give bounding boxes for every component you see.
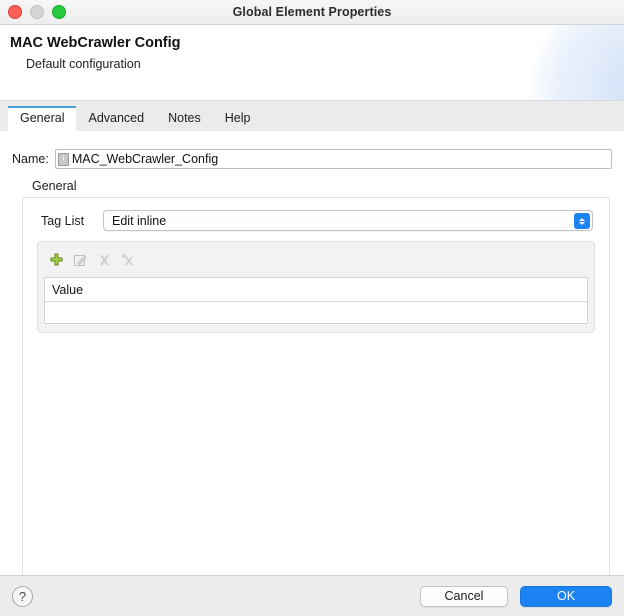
- table-column-header-value: Value: [52, 282, 84, 297]
- tag-list-row: Tag List Edit inline: [33, 210, 599, 231]
- group-label-general: General: [32, 179, 77, 193]
- tab-content-general: Name: i MAC_WebCrawler_Config General Ta…: [0, 131, 624, 575]
- close-window-button[interactable]: [8, 5, 22, 19]
- delete-all-icon: [120, 252, 136, 268]
- info-badge-icon: i: [57, 152, 69, 166]
- tag-list-selected-value: Edit inline: [112, 213, 167, 228]
- add-icon[interactable]: [48, 252, 64, 268]
- tab-advanced[interactable]: Advanced: [76, 106, 156, 131]
- dialog-footer: ? Cancel OK: [0, 575, 624, 616]
- title-bar: Global Element Properties: [0, 0, 624, 25]
- name-input-value: MAC_WebCrawler_Config: [71, 152, 219, 166]
- window-title: Global Element Properties: [232, 5, 392, 19]
- banner-subtitle: Default configuration: [26, 57, 141, 71]
- tab-help[interactable]: Help: [213, 106, 263, 131]
- tab-strip-container: General Advanced Notes Help: [0, 101, 624, 131]
- tag-list-select[interactable]: Edit inline: [103, 210, 593, 231]
- edit-icon: [72, 252, 88, 268]
- chevron-updown-icon: [574, 213, 590, 229]
- ok-button[interactable]: OK: [520, 585, 612, 607]
- tag-table-toolbar: [44, 248, 588, 272]
- table-header-row: Value: [45, 278, 587, 302]
- tab-notes[interactable]: Notes: [156, 106, 213, 131]
- tag-table: Value: [44, 277, 588, 324]
- table-row[interactable]: [45, 302, 587, 323]
- tab-strip: General Advanced Notes Help: [0, 105, 624, 131]
- help-button[interactable]: ?: [12, 585, 33, 607]
- minimize-window-button[interactable]: [30, 5, 44, 19]
- zoom-window-button[interactable]: [52, 5, 66, 19]
- name-input[interactable]: i MAC_WebCrawler_Config: [54, 149, 612, 169]
- cancel-button[interactable]: Cancel: [420, 585, 508, 607]
- name-label: Name:: [12, 152, 49, 166]
- general-group-panel: Tag List Edit inline Value: [22, 197, 610, 575]
- tag-table-panel: Value: [37, 241, 595, 333]
- banner-title: MAC WebCrawler Config: [10, 35, 181, 51]
- delete-icon: [96, 252, 112, 268]
- dialog-banner: MAC WebCrawler Config Default configurat…: [0, 25, 624, 101]
- name-row: Name: i MAC_WebCrawler_Config: [12, 149, 612, 169]
- tab-general[interactable]: General: [8, 106, 77, 131]
- dialog-window: Global Element Properties MAC WebCrawler…: [0, 0, 624, 616]
- tag-list-label: Tag List: [41, 213, 85, 228]
- traffic-light-group: [8, 0, 66, 24]
